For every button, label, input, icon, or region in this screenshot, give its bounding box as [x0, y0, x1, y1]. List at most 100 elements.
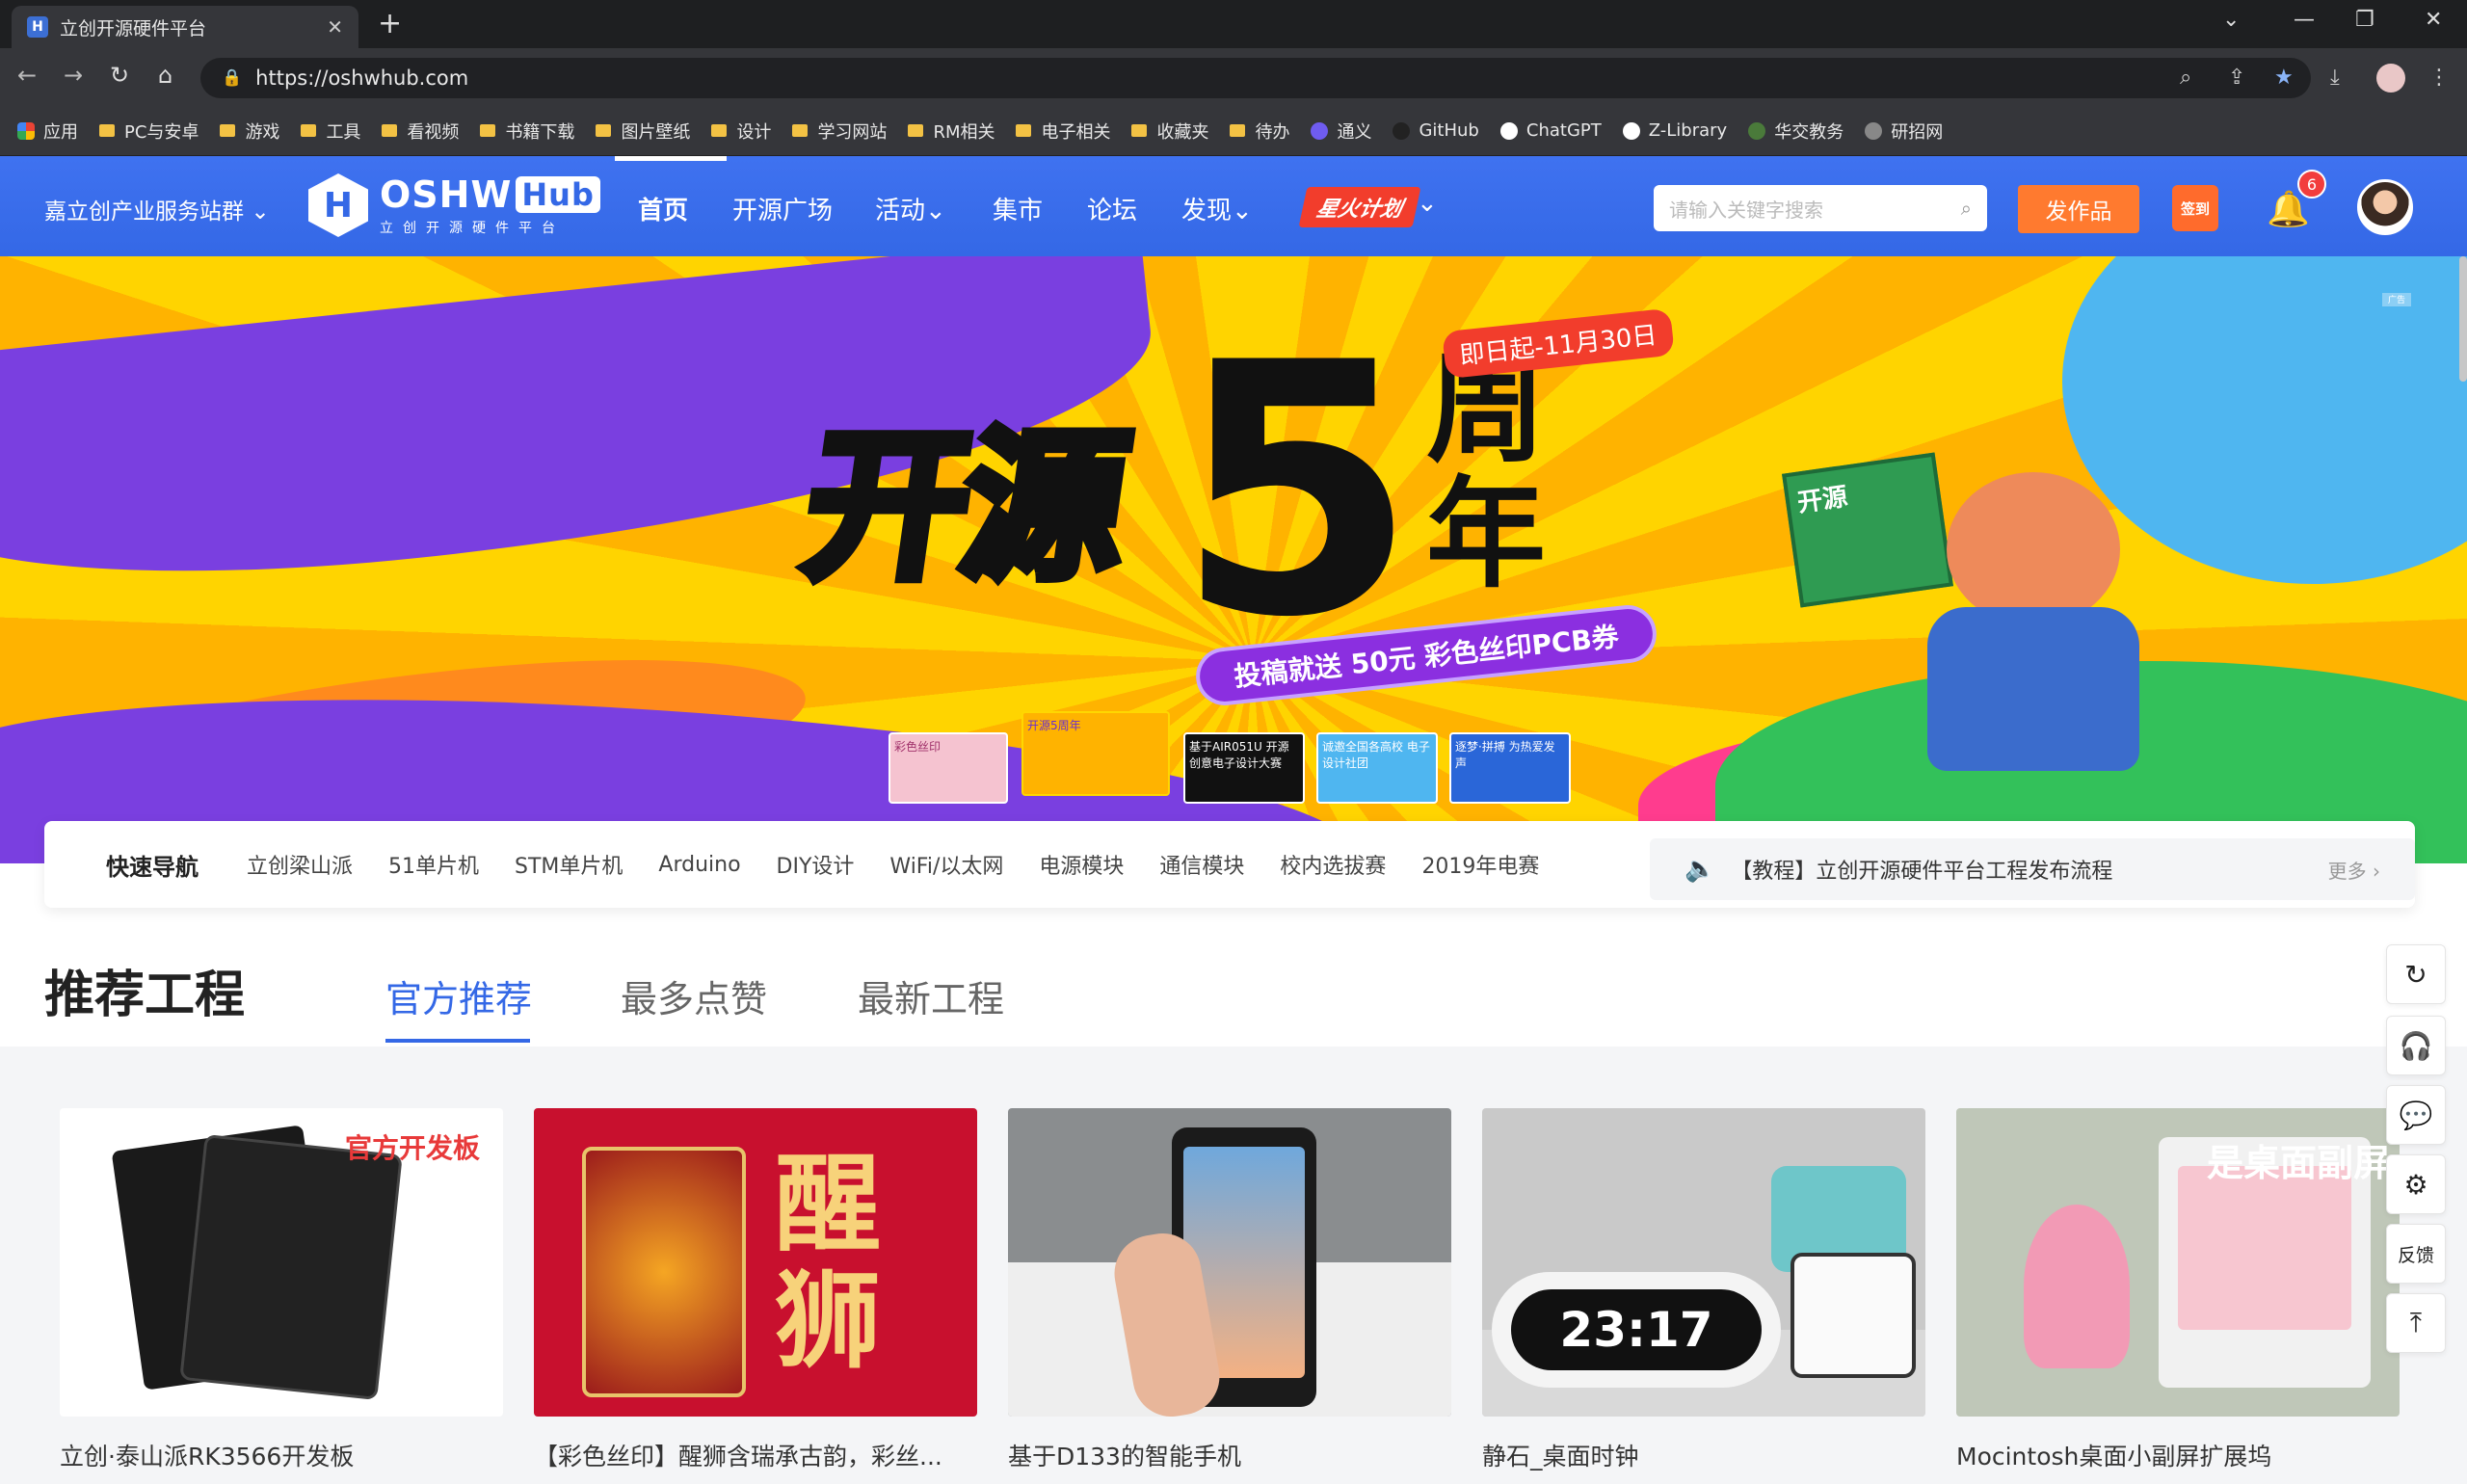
project-title[interactable]: Mocintosh桌面小副屏扩展坞: [1956, 1438, 2400, 1472]
tab-official[interactable]: 官方推荐: [385, 969, 532, 1022]
more-link[interactable]: 更多 ›: [2328, 856, 2380, 884]
user-avatar[interactable]: [2357, 179, 2413, 235]
spark-chevron-down-icon[interactable]: ⌄: [1417, 189, 1438, 218]
nav-discover[interactable]: 发现⌄: [1181, 191, 1253, 226]
quick-nav-link[interactable]: 通信模块: [1159, 849, 1244, 880]
banner-year: 周年: [1426, 340, 1547, 605]
nav-market[interactable]: 集市: [993, 191, 1043, 226]
support-headset-icon[interactable]: 🎧: [2386, 1016, 2446, 1075]
banner-thumbnail[interactable]: 开源5周年: [1021, 711, 1170, 796]
project-image[interactable]: 官方开发板: [60, 1108, 503, 1417]
project-card[interactable]: 官方开发板 立创·泰山派RK3566开发板: [60, 1108, 503, 1472]
nav-activity[interactable]: 活动⌄: [875, 191, 946, 226]
bookmark-item[interactable]: PC与安卓: [99, 119, 199, 144]
search-icon[interactable]: ⌕: [1961, 197, 1972, 220]
site-search-input[interactable]: 请输入关键字搜索 ⌕: [1654, 185, 1987, 231]
project-title[interactable]: 基于D133的智能手机: [1008, 1438, 1451, 1472]
project-card[interactable]: 基于D133的智能手机: [1008, 1108, 1451, 1472]
project-image[interactable]: [1008, 1108, 1451, 1417]
project-card[interactable]: 23:17 静石_桌面时钟: [1482, 1108, 1925, 1472]
bookmark-item[interactable]: 通义: [1311, 119, 1371, 144]
browser-menu-icon[interactable]: ⋮: [2428, 66, 2450, 90]
banner-thumbnail[interactable]: 基于AIR051U 开源创意电子设计大赛: [1183, 732, 1305, 804]
bookmark-item[interactable]: 待办: [1230, 119, 1289, 144]
bookmark-label: Z-Library: [1648, 120, 1728, 141]
signin-button[interactable]: 签到: [2172, 185, 2218, 231]
banner-thumbnail[interactable]: 彩色丝印: [889, 732, 1008, 804]
spark-plan-button[interactable]: 星火计划: [1298, 187, 1421, 227]
minimize-icon[interactable]: —: [2294, 8, 2315, 32]
quick-nav-link[interactable]: 校内选拔赛: [1280, 849, 1386, 880]
bookmark-item[interactable]: GitHub: [1393, 120, 1479, 141]
project-title[interactable]: 立创·泰山派RK3566开发板: [60, 1438, 503, 1472]
quick-nav-link[interactable]: DIY设计: [777, 849, 855, 880]
bookmark-item[interactable]: 电子相关: [1016, 119, 1110, 144]
station-dropdown[interactable]: 嘉立创产业服务站群 ⌄: [44, 193, 270, 225]
profile-avatar-icon[interactable]: [2376, 64, 2405, 93]
site-logo[interactable]: H OSHW Hub 立创开源硬件平台: [308, 173, 600, 237]
zoom-icon[interactable]: ⌕: [2180, 66, 2191, 90]
quick-nav-link[interactable]: 立创梁山派: [247, 849, 353, 880]
bookmark-item[interactable]: 应用: [17, 119, 78, 144]
banner-thumbnail[interactable]: 诚邀全国各高校 电子设计社团: [1316, 732, 1438, 804]
tab-search-icon[interactable]: ⌄: [2222, 8, 2240, 32]
project-title[interactable]: 静石_桌面时钟: [1482, 1438, 1925, 1472]
back-icon[interactable]: ←: [17, 62, 37, 89]
project-card[interactable]: 醒狮 【彩色丝印】醒狮含瑞承古韵，彩丝...: [534, 1108, 977, 1472]
quick-nav-link[interactable]: 2019年电赛: [1421, 849, 1539, 880]
quick-nav-link[interactable]: STM单片机: [515, 849, 623, 880]
notice-text[interactable]: 【教程】立创开源硬件平台工程发布流程: [1731, 854, 2327, 885]
share-icon[interactable]: ⇪: [2228, 66, 2245, 90]
bookmark-item[interactable]: 看视频: [382, 119, 459, 144]
home-icon[interactable]: ⌂: [158, 62, 172, 89]
tab-most-liked[interactable]: 最多点赞: [621, 969, 767, 1022]
bookmark-item[interactable]: 设计: [711, 119, 771, 144]
page-scrollbar[interactable]: [2459, 256, 2467, 382]
lock-icon[interactable]: 🔒: [222, 68, 242, 88]
quick-nav-link[interactable]: WiFi/以太网: [889, 849, 1003, 880]
close-window-icon[interactable]: ✕: [2425, 8, 2442, 32]
bookmark-item[interactable]: 工具: [301, 119, 360, 144]
feedback-button[interactable]: 反馈: [2386, 1224, 2446, 1284]
reload-icon[interactable]: ↻: [110, 62, 129, 89]
more-label: 更多: [2327, 859, 2367, 883]
settings-icon[interactable]: ⚙: [2386, 1154, 2446, 1214]
bookmark-item[interactable]: 图片壁纸: [596, 119, 690, 144]
quick-nav-link[interactable]: Arduino: [658, 853, 740, 877]
banner-thumbnail[interactable]: 逐梦·拼搏 为热爱发声: [1449, 732, 1571, 804]
close-tab-icon[interactable]: ✕: [327, 15, 343, 39]
quick-nav-link[interactable]: 51单片机: [388, 849, 479, 880]
bookmark-item[interactable]: Z-Library: [1622, 120, 1728, 141]
bookmark-item[interactable]: 研招网: [1865, 119, 1943, 144]
bookmark-item[interactable]: 书籍下载: [480, 119, 574, 144]
publish-button[interactable]: 发作品: [2018, 185, 2139, 233]
bookmark-item[interactable]: 学习网站: [792, 119, 887, 144]
refresh-icon[interactable]: ↻: [2386, 944, 2446, 1004]
restore-icon[interactable]: ❐: [2355, 8, 2374, 32]
nav-forum[interactable]: 论坛: [1087, 191, 1137, 226]
logo-subtitle: 立创开源硬件平台: [380, 221, 565, 236]
bookmark-item[interactable]: ChatGPT: [1499, 120, 1602, 141]
notice-bar[interactable]: 🔈 【教程】立创开源硬件平台工程发布流程 更多 ›: [1650, 838, 2415, 900]
project-image[interactable]: 23:17: [1482, 1108, 1925, 1417]
back-to-top-icon[interactable]: ⤒: [2386, 1293, 2446, 1353]
bookmark-item[interactable]: 收藏夹: [1131, 119, 1208, 144]
download-icon[interactable]: ⤓: [2330, 66, 2340, 90]
chat-icon[interactable]: 💬: [2386, 1085, 2446, 1145]
quick-nav-link[interactable]: 电源模块: [1039, 849, 1124, 880]
bookmark-item[interactable]: 华交教务: [1748, 119, 1844, 144]
tab-newest[interactable]: 最新工程: [858, 969, 1004, 1022]
address-bar[interactable]: 🔒 https://oshwhub.com: [200, 58, 2311, 98]
project-card[interactable]: 是桌面副屏 Mocintosh桌面小副屏扩展坞: [1956, 1108, 2400, 1472]
project-image[interactable]: 是桌面副屏: [1956, 1108, 2400, 1417]
bookmark-item[interactable]: 游戏: [220, 119, 279, 144]
browser-tab[interactable]: H 立创开源硬件平台 ✕: [12, 6, 358, 48]
nav-home[interactable]: 首页: [638, 191, 688, 226]
nav-open-square[interactable]: 开源广场: [732, 191, 833, 226]
forward-icon[interactable]: →: [64, 62, 83, 89]
bookmark-item[interactable]: RM相关: [908, 119, 995, 144]
new-tab-icon[interactable]: +: [378, 10, 402, 39]
bookmark-star-icon[interactable]: ★: [2274, 66, 2294, 90]
project-image[interactable]: 醒狮: [534, 1108, 977, 1417]
project-title[interactable]: 【彩色丝印】醒狮含瑞承古韵，彩丝...: [534, 1438, 977, 1472]
